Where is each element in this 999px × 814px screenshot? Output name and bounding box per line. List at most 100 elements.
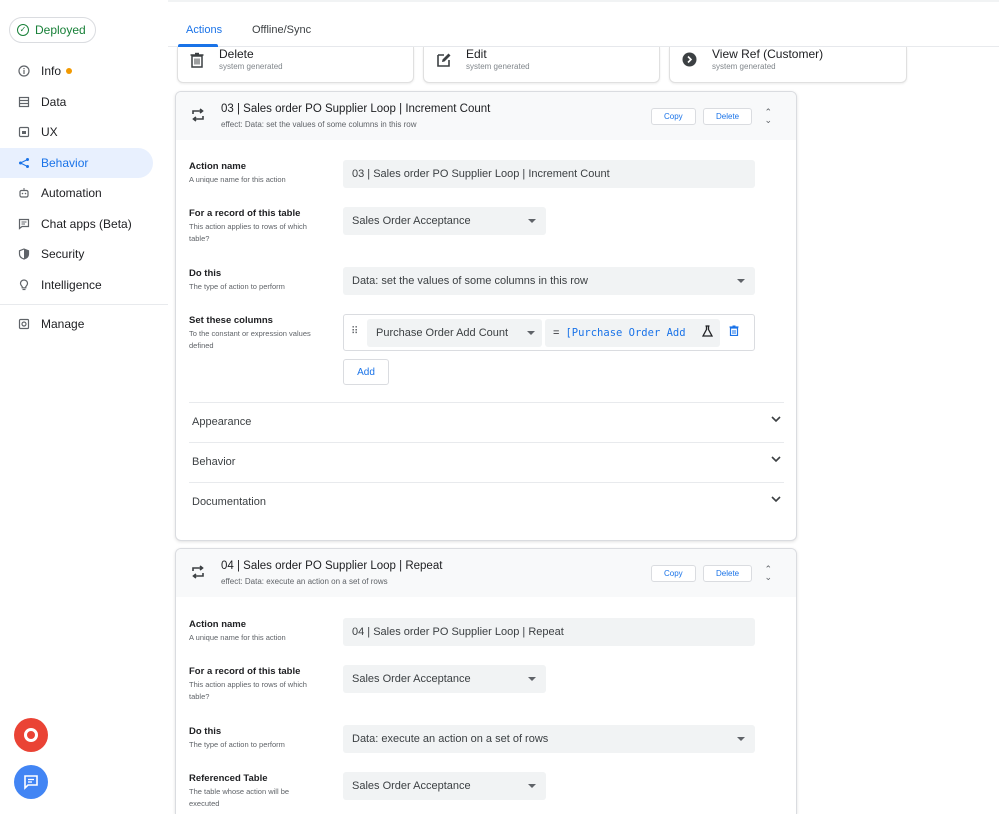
copy-button[interactable]: Copy	[651, 108, 696, 125]
table-select[interactable]: Sales Order Acceptance	[343, 665, 546, 693]
drag-handle-icon[interactable]: ⠿	[351, 326, 358, 337]
check-circle-icon: ✓	[17, 24, 29, 36]
expand-collapse-icon[interactable]: ⌃ ⌄	[764, 565, 772, 582]
do-this-row: Do this The type of action to perform	[189, 268, 314, 293]
action-card-title: Edit	[466, 47, 487, 61]
column-select[interactable]: Purchase Order Add Count	[367, 319, 542, 347]
referenced-table-select[interactable]: Sales Order Acceptance	[343, 772, 546, 800]
field-hint: A unique name for this action	[189, 633, 286, 642]
section-behavior[interactable]: Behavior	[189, 442, 784, 482]
tab-offline-sync[interactable]: Offline/Sync	[252, 24, 311, 36]
field-hint: To the constant or expression values def…	[189, 329, 311, 350]
do-this-select[interactable]: Data: set the values of some columns in …	[343, 267, 755, 295]
data-icon	[18, 96, 30, 108]
panel-header[interactable]: 03 | Sales order PO Supplier Loop | Incr…	[176, 92, 796, 140]
field-hint: This action applies to rows of which tab…	[189, 680, 307, 701]
do-this-row: Do this The type of action to perform	[189, 726, 314, 751]
column-assignment-row: ⠿ Purchase Order Add Count = [Purchase O…	[343, 314, 755, 351]
action-name-row: Action name A unique name for this actio…	[189, 161, 314, 186]
sidebar-item-security[interactable]: Security	[0, 239, 168, 269]
sidebar-item-label: Data	[41, 94, 67, 109]
action-name-row: Action name A unique name for this actio…	[189, 619, 314, 644]
assistant-fab[interactable]	[14, 718, 48, 752]
automation-icon	[18, 187, 30, 199]
sidebar-item-label: Intelligence	[41, 277, 102, 292]
info-warning-dot	[66, 68, 73, 74]
expand-collapse-icon[interactable]: ⌃ ⌄	[764, 108, 772, 125]
sidebar-item-info[interactable]: Info	[0, 56, 168, 86]
field-label: Action name	[189, 161, 247, 172]
field-label: Do this	[189, 268, 222, 279]
field-label: Set these columns	[189, 315, 273, 326]
action-panel-04: 04 | Sales order PO Supplier Loop | Repe…	[175, 548, 797, 814]
table-row: For a record of this table This action a…	[189, 666, 314, 703]
field-hint: The type of action to perform	[189, 740, 285, 749]
sidebar-item-ux[interactable]: UX	[0, 117, 168, 147]
chevron-down-icon	[771, 455, 781, 466]
deployed-status-chip[interactable]: ✓ Deployed	[9, 17, 96, 43]
field-label: For a record of this table	[189, 208, 301, 219]
sidebar: ✓ Deployed Info Data UX Behavior Automat…	[0, 0, 168, 814]
info-icon	[18, 65, 30, 77]
tab-actions[interactable]: Actions	[186, 24, 222, 36]
action-name-input[interactable]: 04 | Sales order PO Supplier Loop | Repe…	[343, 618, 755, 646]
section-label: Behavior	[192, 456, 236, 468]
sidebar-item-label: Info	[41, 64, 62, 78]
panel-header[interactable]: 04 | Sales order PO Supplier Loop | Repe…	[176, 549, 796, 597]
sidebar-item-label: UX	[41, 125, 58, 139]
expression-text: [Purchase Order Add	[565, 327, 686, 339]
sidebar-item-chat-apps[interactable]: Chat apps (Beta)	[0, 209, 168, 239]
assistant-icon	[24, 728, 38, 742]
flask-icon[interactable]	[701, 325, 714, 340]
table-select[interactable]: Sales Order Acceptance	[343, 207, 546, 235]
expression-field[interactable]: = [Purchase Order Add	[545, 319, 720, 347]
chevron-down-icon	[771, 495, 781, 506]
lightbulb-icon	[18, 278, 30, 291]
section-documentation[interactable]: Documentation	[189, 482, 784, 522]
action-panel-03: 03 | Sales order PO Supplier Loop | Incr…	[175, 91, 797, 541]
sidebar-item-label: Automation	[41, 186, 102, 200]
field-label: Referenced Table	[189, 773, 268, 784]
referenced-table-row: Referenced Table The table whose action …	[189, 773, 314, 810]
delete-button[interactable]: Delete	[703, 108, 753, 125]
sidebar-item-intelligence[interactable]: Intelligence	[0, 270, 168, 300]
sidebar-item-data[interactable]: Data	[0, 87, 168, 117]
ux-icon	[18, 126, 30, 138]
top-border	[168, 0, 999, 2]
action-card-title: Delete	[219, 47, 254, 61]
chat-bubble-icon	[24, 775, 38, 790]
action-card-delete[interactable]: Delete system generated	[177, 47, 414, 83]
sidebar-item-label: Chat apps (Beta)	[41, 216, 132, 231]
behavior-icon	[18, 157, 30, 169]
sidebar-item-behavior[interactable]: Behavior	[0, 147, 153, 178]
panel-title: 04 | Sales order PO Supplier Loop | Repe…	[221, 560, 443, 572]
section-appearance[interactable]: Appearance	[189, 402, 784, 442]
delete-button[interactable]: Delete	[703, 565, 753, 582]
field-label: Do this	[189, 726, 222, 737]
chevron-down-icon	[771, 415, 781, 426]
field-label: Action name	[189, 619, 247, 630]
chat-fab[interactable]	[14, 765, 48, 799]
add-button[interactable]: Add	[343, 359, 389, 385]
sidebar-nav: Info Data UX Behavior Automation Chat ap…	[0, 56, 168, 339]
sidebar-divider	[0, 303, 168, 305]
shield-icon	[18, 248, 30, 260]
table-row: For a record of this table This action a…	[189, 208, 314, 245]
panel-title: 03 | Sales order PO Supplier Loop | Incr…	[221, 103, 491, 115]
chat-icon	[18, 218, 30, 230]
action-name-input[interactable]: 03 | Sales order PO Supplier Loop | Incr…	[343, 160, 755, 188]
trash-icon[interactable]	[729, 325, 739, 339]
sidebar-item-label: Manage	[41, 316, 85, 331]
action-card-title: View Ref (Customer)	[712, 47, 824, 61]
sidebar-item-automation[interactable]: Automation	[0, 178, 168, 208]
do-this-select[interactable]: Data: execute an action on a set of rows	[343, 725, 755, 753]
sidebar-item-label: Behavior	[41, 155, 89, 170]
sidebar-item-manage[interactable]: Manage	[0, 309, 168, 339]
field-label: For a record of this table	[189, 666, 301, 677]
action-card-edit[interactable]: Edit system generated	[423, 47, 660, 83]
field-hint: The type of action to perform	[189, 282, 285, 291]
action-card-subtitle: system generated	[219, 62, 283, 71]
action-card-view-ref[interactable]: View Ref (Customer) system generated	[669, 47, 907, 83]
app-root: ✓ Deployed Info Data UX Behavior Automat…	[0, 0, 999, 814]
copy-button[interactable]: Copy	[651, 565, 696, 582]
